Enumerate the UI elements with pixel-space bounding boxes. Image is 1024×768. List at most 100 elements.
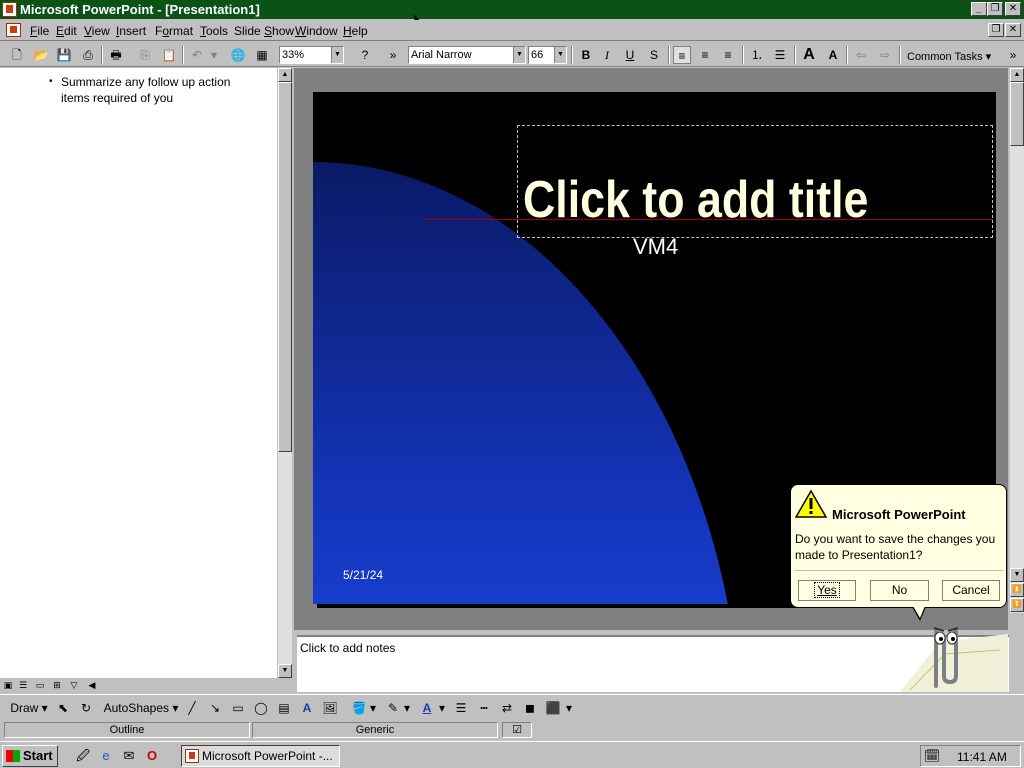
close-button[interactable]: ✕ [1005,2,1021,16]
notes-placeholder[interactable]: Click to add notes [300,641,395,655]
insert-table-icon[interactable]: ▦ [253,46,271,64]
bold-button[interactable]: B [577,46,595,64]
scroll-thumb[interactable] [1010,82,1024,146]
align-right-icon[interactable]: ≡ [719,46,737,64]
office-assistant-clippy-icon[interactable] [900,612,1008,692]
clock[interactable]: 11:41 AM [957,750,1007,764]
menu-insert[interactable]: Insert [116,24,146,38]
no-button[interactable]: No [870,580,929,601]
arrow-icon[interactable]: ↘ [206,699,224,717]
autoshapes-menu-button[interactable]: AutoShapes ▾ [101,699,181,717]
align-center-icon[interactable]: ≡ [696,46,714,64]
scroll-up-icon[interactable]: ▲ [278,68,292,82]
rectangle-icon[interactable]: ▭ [229,699,247,717]
outlook-express-icon[interactable]: ✉ [120,747,138,765]
chevron-down-icon[interactable]: ▾ [564,699,574,717]
next-slide-icon[interactable]: ⏬ [1010,598,1024,612]
slide-sorter-view-icon[interactable]: ⊞ [51,680,63,691]
outline-pane[interactable]: • Summarize any follow up action items r… [0,68,277,678]
chevron-down-icon[interactable]: ▼ [554,47,566,63]
spelling-status-icon[interactable]: ☑ [502,722,532,738]
text-box-icon[interactable]: ▤ [275,699,293,717]
bullets-icon[interactable]: ☰ [771,46,789,64]
chevron-down-icon[interactable]: ▾ [368,699,378,717]
minimize-button[interactable]: _ [971,2,987,16]
window-title-bar[interactable]: Microsoft PowerPoint - [Presentation1] _… [0,0,1024,19]
slide-view-icon[interactable]: ▭ [34,680,46,691]
undo-dropdown-icon[interactable]: ▾ [205,46,223,64]
menu-slide-show[interactable]: Slide Show [234,24,294,38]
numbering-icon[interactable]: ⒈ [748,46,766,64]
slide-title[interactable]: Click to add title [523,170,868,230]
increase-font-size-icon[interactable]: A [800,46,818,64]
oval-icon[interactable]: ◯ [252,699,270,717]
scroll-left-icon[interactable]: ◀ [86,680,98,691]
tray-scheduler-icon[interactable]: 🗓 [923,747,941,765]
chevron-down-icon[interactable]: ▼ [331,47,343,63]
paste-icon[interactable]: 📋 [160,46,178,64]
restore-button[interactable]: ❐ [987,2,1003,16]
normal-view-icon[interactable]: ▣ [2,680,14,691]
taskbar-powerpoint-button[interactable]: Microsoft PowerPoint -... [181,745,340,767]
3d-icon[interactable]: ⬛ [544,699,562,717]
menu-view[interactable]: View [84,24,110,38]
new-icon[interactable]: 🗋 [8,46,26,64]
cancel-button[interactable]: Cancel [942,580,1000,601]
menu-file[interactable]: File [30,24,49,38]
line-color-icon[interactable]: ✎ [384,699,402,717]
open-icon[interactable]: 📂 [32,46,50,64]
powerpoint-app-icon[interactable] [2,2,17,17]
scroll-down-icon[interactable]: ▼ [278,664,292,678]
start-button[interactable]: Start [2,745,58,767]
italic-button[interactable]: I [598,46,616,64]
undo-icon[interactable]: ↶ [188,46,206,64]
outline-view-icon[interactable]: ☰ [17,680,29,691]
save-icon[interactable]: 💾 [55,46,73,64]
font-name-combo[interactable]: Arial Narrow ▼ [408,46,526,64]
menu-format[interactable]: Format [155,24,193,38]
fill-color-icon[interactable]: 🪣 [350,699,368,717]
outline-scrollbar[interactable]: ▲ ▼ [277,68,292,678]
yes-button[interactable]: Yes [798,580,856,601]
slide-scrollbar[interactable]: ▲ ▼ ⏫ ⏬ [1009,68,1024,613]
decrease-font-size-icon[interactable]: A [824,46,842,64]
line-icon[interactable]: ╱ [183,699,201,717]
document-icon[interactable] [6,23,21,37]
scroll-thumb[interactable] [278,82,292,452]
chevron-down-icon[interactable]: ▾ [437,699,447,717]
free-rotate-icon[interactable]: ↻ [77,699,95,717]
print-icon[interactable]: 🖶 [107,46,125,64]
scroll-down-icon[interactable]: ▼ [1010,568,1024,582]
promote-icon[interactable]: ⇦ [852,46,870,64]
previous-slide-icon[interactable]: ⏫ [1010,583,1024,597]
slide-show-icon[interactable]: ▽ [68,680,80,691]
slide-subtitle[interactable]: VM4 [633,234,678,260]
clip-art-icon[interactable]: 🖼 [321,699,339,717]
zoom-combo[interactable]: 33% ▼ [279,46,344,64]
scroll-up-icon[interactable]: ▲ [1010,68,1024,82]
dash-style-icon[interactable]: ┅ [475,699,493,717]
menu-help[interactable]: Help [343,24,368,38]
web-icon[interactable]: 🌐 [229,46,247,64]
menu-edit[interactable]: Edit [56,24,77,38]
show-desktop-icon[interactable]: 🖉 [74,747,92,765]
help-icon[interactable]: ? [356,46,374,64]
opera-icon[interactable]: O [143,747,161,765]
more-buttons-icon[interactable]: » [384,46,402,64]
font-color-icon[interactable]: A [418,699,436,717]
outline-text[interactable]: Summarize any follow up action items req… [61,74,261,106]
doc-close-button[interactable]: ✕ [1005,23,1021,37]
internet-explorer-icon[interactable]: e [97,747,115,765]
menu-tools[interactable]: Tools [200,24,228,38]
draw-menu-button[interactable]: Draw ▾ [6,699,52,717]
chevron-down-icon[interactable]: ▼ [513,47,525,63]
arrow-style-icon[interactable]: ⇄ [498,699,516,717]
menu-window[interactable]: Window [295,24,338,38]
align-left-icon[interactable]: ≡ [673,46,691,64]
font-size-combo[interactable]: 66 ▼ [528,46,567,64]
common-tasks-menu[interactable]: Common Tasks ▾ [907,50,991,63]
print-preview-icon[interactable]: ⎙ [79,46,97,64]
line-style-icon[interactable]: ☰ [452,699,470,717]
select-objects-icon[interactable]: ⬉ [54,699,72,717]
wordart-icon[interactable]: A [298,699,316,717]
